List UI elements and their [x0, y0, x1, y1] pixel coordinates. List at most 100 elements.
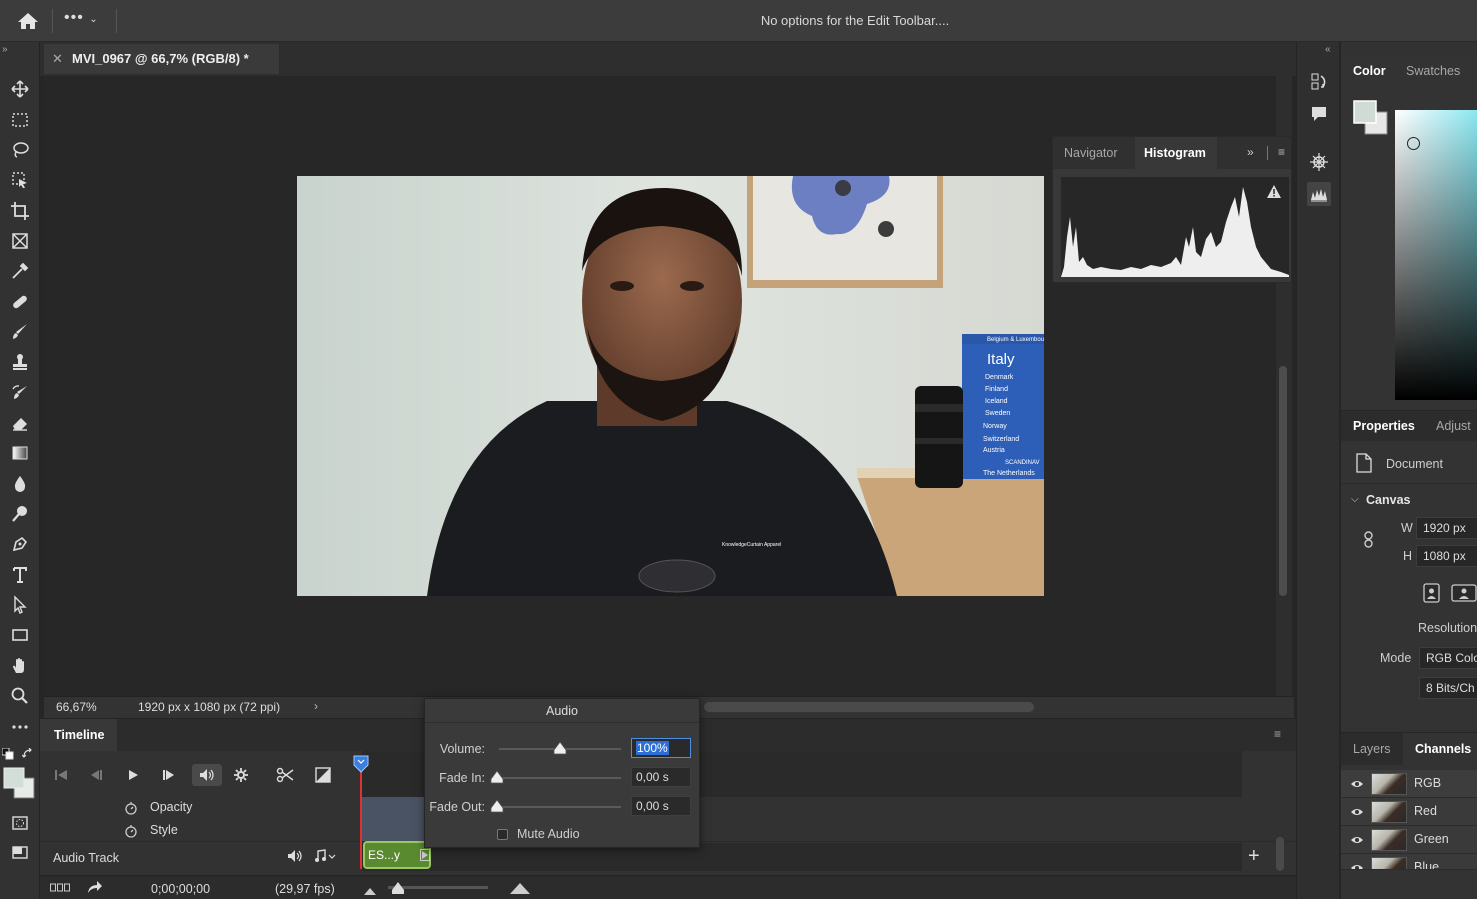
clone-stamp-tool-icon[interactable] — [6, 349, 34, 375]
tab-properties[interactable]: Properties — [1353, 419, 1415, 433]
checkbox[interactable] — [497, 829, 508, 840]
pen-tool-icon[interactable] — [6, 531, 34, 557]
tab-channels[interactable]: Channels — [1415, 742, 1471, 756]
more-tools-button[interactable]: ••• ⌄ — [64, 9, 114, 33]
rectangle-tool-icon[interactable] — [6, 622, 34, 648]
timeline-title[interactable]: Timeline — [40, 719, 117, 751]
portrait-orientation-icon[interactable] — [1423, 583, 1441, 606]
slider-thumb[interactable] — [490, 770, 504, 787]
swap-colors-icon[interactable] — [21, 747, 34, 760]
zoom-tool-icon[interactable] — [6, 683, 34, 709]
tab-adjustments[interactable]: Adjust — [1436, 419, 1471, 433]
panel-menu-icon[interactable]: ≡ — [1274, 727, 1281, 741]
add-media-icon[interactable]: + — [1248, 845, 1260, 868]
height-field[interactable]: 1080 px — [1416, 545, 1477, 567]
histogram-panel-icon[interactable] — [1307, 182, 1331, 206]
clip-end-arrow-icon[interactable] — [420, 849, 430, 864]
warning-icon[interactable] — [1267, 185, 1281, 201]
fade-in-input[interactable]: 0,00 s — [631, 767, 691, 787]
color-picker-ring[interactable] — [1407, 137, 1420, 150]
tab-color[interactable]: Color — [1353, 64, 1386, 78]
scrollbar-thumb[interactable] — [1279, 366, 1287, 596]
quick-mask-icon[interactable] — [6, 810, 34, 836]
navigator-panel-icon[interactable] — [1307, 150, 1331, 174]
tab-layers[interactable]: Layers — [1353, 742, 1391, 756]
zoom-level[interactable]: 66,67% — [56, 700, 97, 714]
slider-thumb[interactable] — [553, 741, 567, 758]
canvas-horizontal-scrollbar[interactable] — [704, 702, 1034, 712]
panel-menu-icon[interactable]: ≡ — [1278, 145, 1285, 159]
eye-icon[interactable] — [1350, 862, 1364, 869]
channel-row-blue[interactable]: Blue — [1341, 854, 1477, 870]
next-frame-icon[interactable] — [158, 764, 180, 786]
link-icon[interactable] — [1363, 531, 1375, 552]
foreground-background-colors[interactable] — [2, 766, 36, 800]
playhead-line[interactable] — [360, 757, 362, 869]
history-brush-tool-icon[interactable] — [6, 380, 34, 406]
history-icon[interactable] — [1307, 70, 1331, 94]
crop-tool-icon[interactable] — [6, 198, 34, 224]
frame-tool-icon[interactable] — [6, 228, 34, 254]
music-note-icon[interactable] — [314, 849, 336, 866]
collapse-icon[interactable]: » — [2, 44, 8, 55]
video-frame-image[interactable]: Belgium & Luxembourg Italy Denmark Finla… — [297, 176, 1044, 596]
audio-toggle-icon[interactable] — [192, 764, 222, 786]
landscape-orientation-icon[interactable] — [1451, 583, 1477, 606]
comments-icon[interactable] — [1307, 102, 1331, 126]
bit-depth-select[interactable]: 8 Bits/Ch — [1419, 677, 1477, 699]
eyedropper-tool-icon[interactable] — [6, 258, 34, 284]
move-tool-icon[interactable] — [6, 76, 34, 102]
tab-navigator[interactable]: Navigator — [1064, 146, 1118, 160]
eye-icon[interactable] — [1350, 806, 1364, 820]
render-video-icon[interactable] — [87, 880, 103, 897]
track-row-opacity[interactable]: Opacity — [40, 797, 360, 820]
hand-tool-icon[interactable] — [6, 653, 34, 679]
timeline-scrollbar[interactable] — [1276, 837, 1284, 871]
collapse-icon[interactable]: « — [1325, 44, 1331, 55]
channel-row-red[interactable]: Red — [1341, 798, 1477, 826]
fade-in-slider[interactable] — [499, 777, 621, 779]
object-selection-tool-icon[interactable] — [6, 167, 34, 193]
track-row-style[interactable]: Style — [40, 820, 360, 843]
stopwatch-icon[interactable] — [125, 801, 137, 818]
stopwatch-icon[interactable] — [125, 824, 137, 841]
fade-out-input[interactable]: 0,00 s — [631, 796, 691, 816]
convert-to-frame-animation-icon[interactable] — [50, 882, 70, 896]
document-tab[interactable]: ✕ MVI_0967 @ 66,7% (RGB/8) * — [44, 44, 280, 74]
previous-frame-icon[interactable] — [85, 764, 107, 786]
screen-mode-icon[interactable] — [6, 840, 34, 866]
eraser-tool-icon[interactable] — [6, 410, 34, 436]
fade-out-slider[interactable] — [499, 806, 621, 808]
mode-select[interactable]: RGB Colo — [1419, 647, 1477, 669]
play-icon[interactable] — [122, 764, 144, 786]
transition-icon[interactable] — [312, 764, 334, 786]
brush-tool-icon[interactable] — [6, 319, 34, 345]
default-colors-icon[interactable] — [1, 747, 14, 760]
path-selection-tool-icon[interactable] — [6, 592, 34, 618]
width-field[interactable]: 1920 px — [1416, 517, 1477, 539]
settings-gear-icon[interactable] — [230, 764, 252, 786]
chevron-right-icon[interactable]: › — [314, 699, 318, 713]
slider-thumb[interactable] — [490, 799, 504, 816]
dodge-tool-icon[interactable] — [6, 501, 34, 527]
volume-input[interactable]: 100% — [631, 738, 691, 758]
more-tools-icon[interactable] — [6, 714, 34, 740]
chevron-down-icon[interactable]: ⌵ — [1351, 494, 1359, 505]
zoom-out-mountain-icon[interactable] — [364, 884, 376, 898]
zoom-in-mountain-icon[interactable] — [510, 882, 530, 897]
lasso-tool-icon[interactable] — [6, 137, 34, 163]
color-picker-field[interactable] — [1395, 110, 1477, 400]
expand-panel-icon[interactable]: » — [1247, 145, 1254, 159]
type-tool-icon[interactable] — [6, 562, 34, 588]
playhead-handle[interactable] — [353, 755, 369, 773]
color-swatch-icon[interactable] — [1353, 100, 1389, 139]
channel-row-rgb[interactable]: RGB — [1341, 770, 1477, 798]
healing-brush-tool-icon[interactable] — [6, 289, 34, 315]
tab-swatches[interactable]: Swatches — [1406, 64, 1460, 78]
marquee-tool-icon[interactable] — [6, 107, 34, 133]
gradient-tool-icon[interactable] — [6, 440, 34, 466]
eye-icon[interactable] — [1350, 778, 1364, 792]
split-at-playhead-icon[interactable] — [274, 764, 296, 786]
eye-icon[interactable] — [1350, 834, 1364, 848]
slider-thumb[interactable] — [391, 881, 405, 898]
